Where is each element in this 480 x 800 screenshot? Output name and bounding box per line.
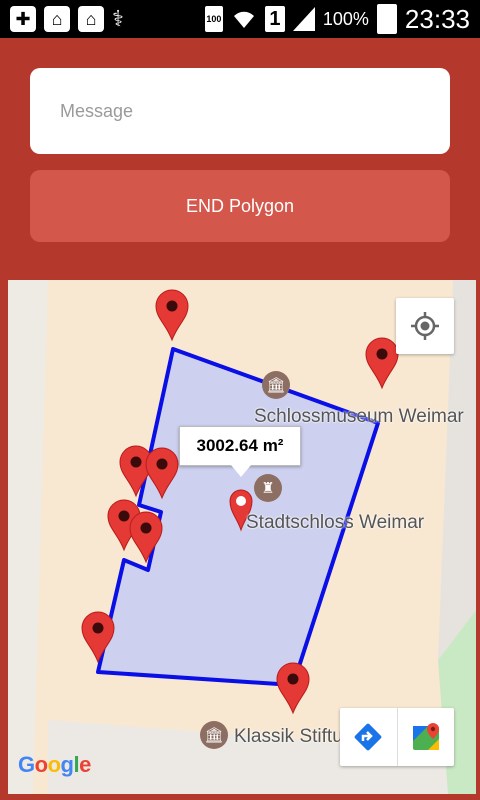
- my-location-button[interactable]: [396, 298, 454, 354]
- sim-slot-icon: 1: [264, 6, 285, 32]
- poi-label-stadtschloss: Stadtschloss Weimar: [246, 512, 425, 533]
- notification-icons: ✚ ⌂ ⌂ ⚕: [10, 6, 124, 32]
- museum-icon: 🏛: [262, 371, 290, 399]
- status-bar: ✚ ⌂ ⌂ ⚕ 100 1 100% 23:33: [0, 0, 480, 38]
- end-polygon-button[interactable]: END Polygon: [30, 170, 450, 242]
- map-toolbar: [340, 708, 454, 766]
- map-pin[interactable]: [275, 661, 311, 715]
- wifi-icon: [233, 11, 254, 28]
- add-notification-icon: ✚: [10, 6, 36, 32]
- castle-icon: ♜: [254, 474, 282, 502]
- map-pin[interactable]: [128, 510, 164, 564]
- mosque-icon-2: ⌂: [78, 6, 104, 32]
- clock: 23:33: [404, 3, 470, 34]
- google-logo: Google: [18, 752, 91, 777]
- directions-button[interactable]: [340, 708, 397, 766]
- usb-icon: ⚕: [112, 6, 124, 31]
- mosque-icon: ⌂: [44, 6, 70, 32]
- open-in-maps-button[interactable]: [396, 708, 455, 766]
- poi-label-schlossmuseum: Schlossmuseum Weimar: [254, 406, 464, 427]
- area-tooltip: 3002.64 m²: [179, 426, 301, 477]
- signal-icon: [292, 7, 315, 31]
- map-pin[interactable]: [154, 288, 190, 342]
- battery-icon: [376, 4, 397, 34]
- battery-saver-icon: 100: [204, 6, 223, 32]
- map-pin[interactable]: [80, 610, 116, 664]
- map-pin[interactable]: [364, 336, 400, 390]
- message-input[interactable]: [30, 68, 450, 154]
- battery-percent: 100%: [322, 8, 369, 29]
- google-maps-icon: [412, 723, 439, 750]
- directions-icon: [354, 723, 382, 751]
- museum-icon: 🏛: [200, 721, 228, 749]
- map-pin[interactable]: [144, 446, 180, 500]
- crosshair-icon: [411, 312, 439, 340]
